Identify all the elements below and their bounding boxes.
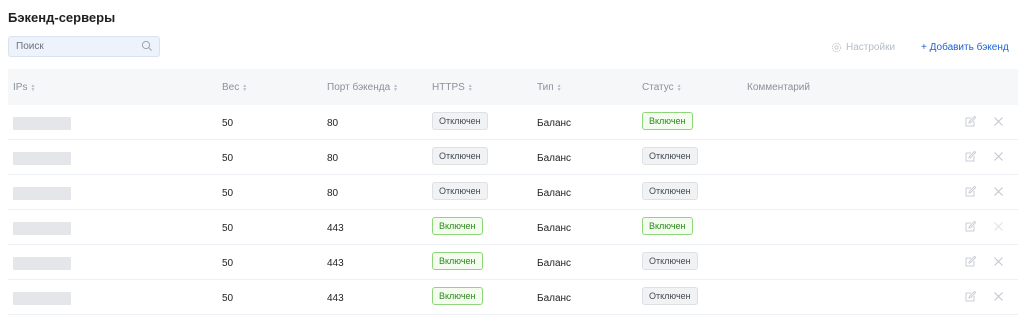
column-header-type[interactable]: Тип ▲ ▼ (537, 82, 562, 93)
type-cell: Баланс (537, 153, 572, 164)
status-badge: Отключен (642, 147, 698, 165)
weight-cell: 50 (222, 293, 234, 304)
close-icon[interactable] (992, 290, 1005, 303)
column-header-status[interactable]: Статус ▲ ▼ (642, 82, 682, 93)
weight-cell: 50 (222, 153, 234, 164)
port-cell: 443 (327, 293, 344, 304)
search-icon[interactable] (141, 40, 153, 52)
gear-icon (831, 42, 842, 52)
https-badge: Отключен (432, 182, 488, 200)
table-row[interactable]: 50 80 Отключен Баланс Отключен (8, 140, 1018, 175)
type-cell: Баланс (537, 258, 572, 269)
https-badge: Включен (432, 287, 483, 305)
column-header-comment: Комментарий (747, 82, 810, 93)
settings-button[interactable]: Настройки (831, 40, 895, 54)
weight-cell: 50 (222, 118, 234, 129)
column-header-port[interactable]: Порт бэкенда ▲ ▼ (327, 82, 398, 93)
sort-icon[interactable]: ▲ ▼ (677, 83, 682, 92)
edit-icon[interactable] (964, 150, 977, 163)
status-badge: Отключен (642, 182, 698, 200)
ip-redacted (13, 257, 71, 270)
search-field[interactable] (8, 36, 160, 57)
add-backend-button[interactable]: + Добавить бэкенд (921, 40, 1009, 54)
status-badge: Включен (642, 217, 693, 235)
weight-cell: 50 (222, 258, 234, 269)
status-badge: Отключен (642, 287, 698, 305)
backends-table: IPs ▲ ▼ Вес ▲ ▼ Порт бэкенда ▲ ▼ HTTPS ▲ ▼ Тип ▲ ▼… (8, 69, 1018, 315)
https-badge: Включен (432, 217, 483, 235)
close-icon[interactable] (992, 220, 1005, 233)
sort-icon[interactable]: ▲ ▼ (393, 83, 398, 92)
edit-icon[interactable] (964, 220, 977, 233)
port-cell: 443 (327, 223, 344, 234)
table-row[interactable]: 50 80 Отключен Баланс Включен (8, 105, 1018, 140)
port-cell: 80 (327, 118, 339, 129)
sort-icon[interactable]: ▲ ▼ (30, 83, 35, 92)
sort-icon[interactable]: ▲ ▼ (468, 83, 473, 92)
https-badge: Включен (432, 252, 483, 270)
port-cell: 443 (327, 258, 344, 269)
search-input[interactable] (9, 37, 137, 56)
status-badge: Включен (642, 112, 693, 130)
table-row[interactable]: 50 443 Включен Баланс Включен (8, 210, 1018, 245)
column-header-https[interactable]: HTTPS ▲ ▼ (432, 82, 473, 93)
column-header-ips[interactable]: IPs ▲ ▼ (13, 82, 35, 93)
table-body: 50 80 Отключен Баланс Включен 50 80 Отключен Бал… (8, 105, 1018, 315)
edit-icon[interactable] (964, 290, 977, 303)
edit-icon[interactable] (964, 185, 977, 198)
ip-redacted (13, 152, 71, 165)
port-cell: 80 (327, 153, 339, 164)
sort-icon[interactable]: ▲ ▼ (242, 83, 247, 92)
type-cell: Баланс (537, 188, 572, 199)
type-cell: Баланс (537, 223, 572, 234)
add-backend-label: + Добавить бэкенд (921, 41, 1009, 53)
type-cell: Баланс (537, 118, 572, 129)
table-row[interactable]: 50 443 Включен Баланс Отключен (8, 245, 1018, 280)
weight-cell: 50 (222, 188, 234, 199)
column-header-weight[interactable]: Вес ▲ ▼ (222, 82, 247, 93)
edit-icon[interactable] (964, 255, 977, 268)
ip-redacted (13, 222, 71, 235)
close-icon[interactable] (992, 150, 1005, 163)
ip-redacted (13, 292, 71, 305)
close-icon[interactable] (992, 185, 1005, 198)
type-cell: Баланс (537, 293, 572, 304)
weight-cell: 50 (222, 223, 234, 234)
table-row[interactable]: 50 443 Включен Баланс Отключен (8, 280, 1018, 315)
status-badge: Отключен (642, 252, 698, 270)
https-badge: Отключен (432, 112, 488, 130)
close-icon[interactable] (992, 255, 1005, 268)
close-icon[interactable] (992, 115, 1005, 128)
ip-redacted (13, 187, 71, 200)
edit-icon[interactable] (964, 115, 977, 128)
ip-redacted (13, 117, 71, 130)
port-cell: 80 (327, 188, 339, 199)
settings-label: Настройки (846, 41, 896, 53)
sort-icon[interactable]: ▲ ▼ (557, 83, 562, 92)
table-row[interactable]: 50 80 Отключен Баланс Отключен (8, 175, 1018, 210)
https-badge: Отключен (432, 147, 488, 165)
table-header: IPs ▲ ▼ Вес ▲ ▼ Порт бэкенда ▲ ▼ HTTPS ▲ ▼ Тип ▲ ▼… (8, 69, 1018, 105)
page-title: Бэкенд-серверы (8, 10, 116, 25)
